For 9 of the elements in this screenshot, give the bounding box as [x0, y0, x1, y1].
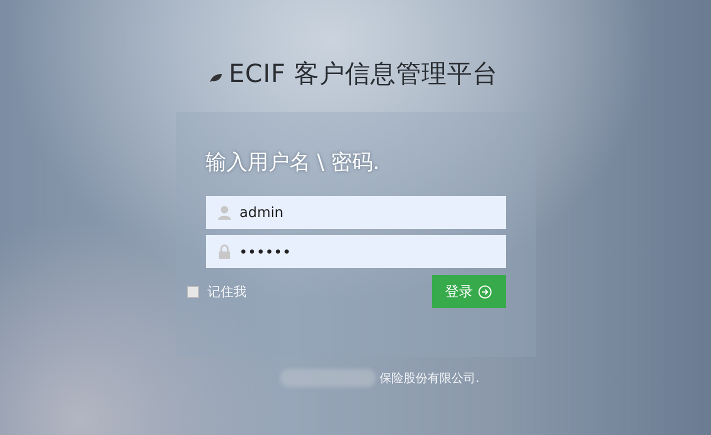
password-field[interactable]: ••••••	[206, 235, 506, 268]
leaf-icon	[208, 72, 223, 82]
copyright-text: 保险股份有限公司.	[380, 370, 480, 386]
login-heading: 输入用户名 \ 密码.	[206, 149, 381, 176]
username-field[interactable]: admin	[206, 196, 506, 229]
arrow-circle-icon	[478, 284, 492, 298]
app-title: ECIF 客户信息管理平台	[228, 58, 498, 90]
remember-label: 记住我	[208, 284, 246, 300]
remember-checkbox[interactable]	[186, 286, 198, 298]
